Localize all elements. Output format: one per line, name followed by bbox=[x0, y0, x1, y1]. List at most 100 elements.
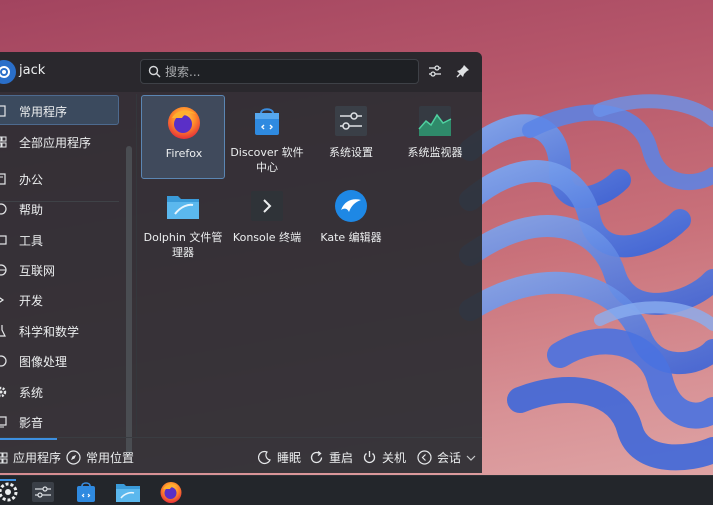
tools-icon bbox=[0, 235, 7, 245]
restart-label: 重启 bbox=[329, 451, 354, 465]
sidebar-item-internet[interactable]: 互联网 bbox=[0, 255, 119, 285]
taskbar bbox=[0, 475, 713, 505]
globe-icon bbox=[0, 264, 7, 276]
grid-icon bbox=[0, 136, 7, 148]
sidebar-item-label: 工具 bbox=[19, 234, 44, 248]
sidebar-item-tools[interactable]: 工具 bbox=[0, 225, 119, 255]
app-tile-system-settings[interactable]: 系统设置 bbox=[309, 95, 393, 179]
sidebar-item-graphics[interactable]: 图像处理 bbox=[0, 346, 119, 376]
shutdown-label: 关机 bbox=[382, 451, 407, 465]
power-icon bbox=[363, 451, 376, 464]
sidebar-item-label: 开发 bbox=[19, 294, 44, 308]
sidebar-item-label: 常用程序 bbox=[19, 105, 68, 119]
app-tile-dolphin[interactable]: Dolphin 文件管理器 bbox=[141, 180, 225, 264]
search-box[interactable] bbox=[140, 59, 419, 84]
star-icon bbox=[0, 105, 6, 117]
app-label: Dolphin 文件管理器 bbox=[143, 231, 223, 259]
app-tile-firefox[interactable]: Firefox bbox=[141, 95, 225, 179]
sidebar-item-label: 互联网 bbox=[19, 264, 56, 278]
gear-icon bbox=[0, 386, 7, 398]
sidebar-item-all-apps[interactable]: 全部应用程序 bbox=[0, 127, 119, 157]
category-sidebar: 常用程序 全部应用程序 办公 帮助 工具 互联网 开发 科学和数学 图像处理 系… bbox=[0, 94, 122, 436]
kde-logo-icon bbox=[0, 66, 10, 78]
tab-label: 常用位置 bbox=[86, 451, 135, 465]
folder-icon bbox=[167, 196, 199, 219]
app-label: 系统监视器 bbox=[407, 146, 463, 159]
app-tile-kate[interactable]: Kate 编辑器 bbox=[309, 180, 393, 264]
settings-icon bbox=[32, 481, 54, 502]
sidebar-item-label: 帮助 bbox=[19, 203, 44, 217]
search-input[interactable] bbox=[165, 62, 405, 81]
restart-button[interactable]: 重启 bbox=[309, 449, 353, 466]
search-icon bbox=[148, 65, 161, 78]
code-icon bbox=[0, 297, 5, 303]
discover-icon bbox=[77, 481, 95, 502]
app-tile-system-monitor[interactable]: 系统监视器 bbox=[393, 95, 477, 179]
application-launcher: jack 常用程序 bbox=[0, 52, 482, 473]
panel-divider bbox=[136, 94, 137, 437]
sidebar-item-help[interactable]: 帮助 bbox=[0, 194, 119, 224]
help-icon bbox=[0, 203, 7, 215]
app-label: Discover 软件中心 bbox=[230, 146, 304, 174]
sidebar-item-label: 科学和数学 bbox=[19, 325, 80, 339]
session-label: 会话 bbox=[437, 451, 462, 465]
taskbar-firefox[interactable] bbox=[157, 479, 185, 504]
configure-icon bbox=[429, 65, 441, 77]
configure-button[interactable] bbox=[426, 62, 444, 80]
sidebar-item-label: 办公 bbox=[19, 173, 44, 187]
taskbar-dolphin[interactable] bbox=[114, 479, 142, 504]
settings-icon bbox=[335, 106, 367, 136]
folder-icon bbox=[116, 483, 140, 502]
launcher-header: jack bbox=[0, 52, 482, 92]
sidebar-item-label: 全部应用程序 bbox=[19, 136, 92, 150]
launcher-footer: 应用程序 常用位置 睡眠 重启 关机 会话 bbox=[0, 437, 482, 473]
discover-icon bbox=[255, 108, 279, 135]
apps-grid-icon bbox=[0, 452, 8, 463]
sidebar-item-science[interactable]: 科学和数学 bbox=[0, 316, 119, 346]
active-tab-indicator bbox=[0, 438, 57, 440]
app-label: Kate 编辑器 bbox=[320, 231, 382, 244]
shutdown-button[interactable]: 关机 bbox=[362, 449, 406, 466]
media-icon bbox=[0, 416, 7, 428]
compass-icon bbox=[66, 450, 81, 465]
launcher-active-indicator bbox=[0, 479, 16, 481]
app-tile-discover[interactable]: Discover 软件中心 bbox=[225, 95, 309, 179]
sidebar-item-system[interactable]: 系统 bbox=[0, 377, 119, 407]
taskbar-settings[interactable] bbox=[29, 479, 57, 504]
tab-applications[interactable]: 应用程序 bbox=[0, 449, 61, 466]
sleep-icon bbox=[257, 450, 271, 465]
kde-launcher-icon bbox=[0, 482, 18, 501]
username[interactable]: jack bbox=[19, 63, 45, 78]
sidebar-item-favorites[interactable]: 常用程序 bbox=[0, 95, 119, 125]
sidebar-item-label: 系统 bbox=[19, 386, 44, 400]
taskbar-discover[interactable] bbox=[72, 479, 100, 504]
sidebar-item-office[interactable]: 办公 bbox=[0, 164, 119, 194]
image-icon bbox=[0, 355, 7, 367]
monitor-icon bbox=[418, 106, 452, 136]
app-tile-konsole[interactable]: Konsole 终端 bbox=[225, 180, 309, 264]
session-button[interactable]: 会话 bbox=[417, 449, 476, 466]
sidebar-item-development[interactable]: 开发 bbox=[0, 285, 119, 315]
tab-places[interactable]: 常用位置 bbox=[66, 449, 134, 466]
pin-icon bbox=[456, 65, 469, 78]
sidebar-item-multimedia[interactable]: 影音 bbox=[0, 407, 119, 437]
chevron-down-icon bbox=[466, 455, 476, 461]
office-icon bbox=[0, 173, 6, 185]
pin-button[interactable] bbox=[454, 62, 472, 80]
application-launcher-button[interactable] bbox=[0, 479, 22, 504]
app-label: Firefox bbox=[165, 147, 203, 160]
sidebar-scrollbar[interactable] bbox=[126, 146, 132, 455]
app-label: 系统设置 bbox=[329, 146, 373, 159]
kate-icon bbox=[335, 190, 367, 222]
terminal-icon bbox=[251, 191, 283, 221]
firefox-icon bbox=[160, 481, 182, 503]
tab-label: 应用程序 bbox=[13, 451, 62, 465]
avatar[interactable] bbox=[0, 60, 16, 84]
app-label: Konsole 终端 bbox=[232, 231, 302, 244]
session-icon bbox=[417, 450, 432, 465]
sleep-label: 睡眠 bbox=[277, 451, 302, 465]
restart-icon bbox=[310, 450, 323, 464]
sidebar-item-label: 影音 bbox=[19, 416, 44, 430]
firefox-icon bbox=[168, 107, 200, 139]
sleep-button[interactable]: 睡眠 bbox=[257, 449, 301, 466]
